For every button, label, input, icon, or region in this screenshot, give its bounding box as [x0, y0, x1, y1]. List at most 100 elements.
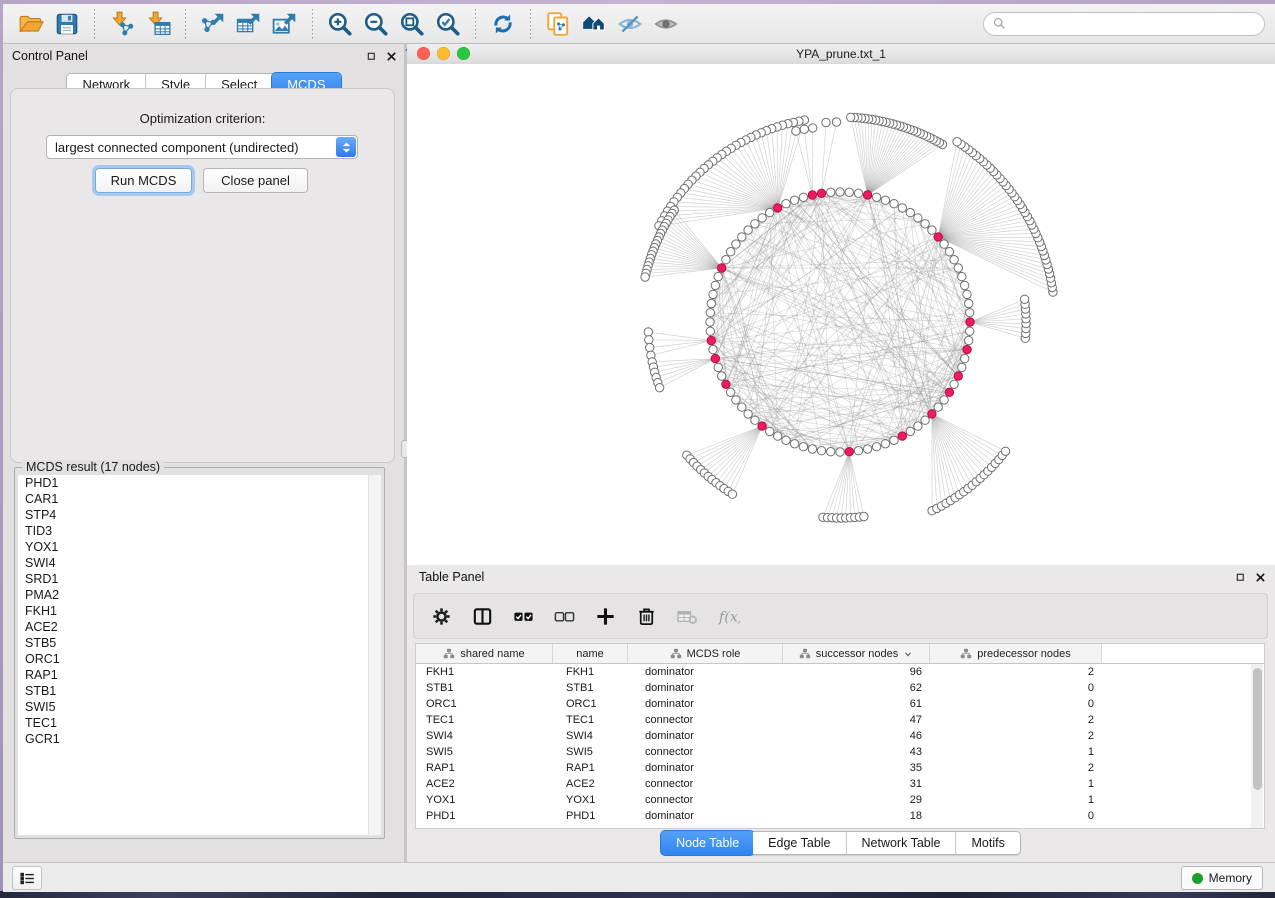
mcds-result-item[interactable]: SRD1 — [18, 571, 369, 587]
criterion-value: largest connected component (undirected) — [47, 140, 336, 155]
minimize-window-icon[interactable] — [437, 47, 450, 60]
first-neighbors-button[interactable] — [576, 8, 612, 40]
export-network-button[interactable] — [195, 8, 231, 40]
mcds-result-item[interactable]: RAP1 — [18, 667, 369, 683]
mcds-result-item[interactable]: STB1 — [18, 683, 369, 699]
table-cell: 43 — [783, 744, 930, 760]
memory-label: Memory — [1209, 871, 1252, 885]
table-cell: ACE2 — [416, 776, 553, 792]
mcds-result-item[interactable]: GCR1 — [18, 731, 369, 747]
create-column-button[interactable] — [588, 599, 622, 633]
save-session-button[interactable] — [49, 8, 85, 40]
export-image-button[interactable] — [267, 8, 303, 40]
select-all-columns-button[interactable] — [506, 599, 540, 633]
column-header-predecessor-nodes[interactable]: predecessor nodes — [930, 644, 1102, 663]
close-window-icon[interactable] — [417, 47, 430, 60]
column-header-shared-name[interactable]: shared name — [416, 644, 553, 663]
mcds-result-item[interactable]: TEC1 — [18, 715, 369, 731]
close-mcds-panel-button[interactable]: Close panel — [203, 168, 308, 193]
table-row[interactable]: SWI5SWI5connector431 — [416, 744, 1264, 760]
zoom-selected-button[interactable] — [430, 8, 466, 40]
zoom-fit-icon — [399, 11, 425, 37]
zoom-in-button[interactable] — [322, 8, 358, 40]
table-cell: SWI4 — [416, 728, 553, 744]
tab-edge-table[interactable]: Edge Table — [753, 832, 846, 854]
mcds-panel: Optimization criterion: largest connecte… — [10, 88, 395, 463]
table-row[interactable]: PHD1PHD1dominator180 — [416, 808, 1264, 824]
table-settings-button[interactable] — [424, 599, 458, 633]
table-row[interactable]: FKH1FKH1dominator962 — [416, 664, 1264, 680]
mcds-result-scrollbar[interactable] — [368, 475, 381, 835]
table-cell: YOX1 — [553, 792, 628, 808]
run-mcds-button[interactable]: Run MCDS — [95, 168, 192, 193]
table-row[interactable]: ORC1ORC1dominator610 — [416, 696, 1264, 712]
criterion-dropdown[interactable]: largest connected component (undirected) — [46, 135, 358, 159]
mcds-result-item[interactable]: SWI4 — [18, 555, 369, 571]
network-window-titlebar[interactable]: YPA_prune.txt_1 — [407, 44, 1275, 65]
table-cell: SWI5 — [416, 744, 553, 760]
memory-button[interactable]: Memory — [1181, 866, 1263, 890]
refresh-button[interactable] — [485, 8, 521, 40]
mcds-result-item[interactable]: FKH1 — [18, 603, 369, 619]
mcds-result-item[interactable]: STP4 — [18, 507, 369, 523]
toolbar-separator — [530, 9, 531, 39]
main-toolbar — [3, 4, 1275, 44]
table-row[interactable]: RAP1RAP1dominator352 — [416, 760, 1264, 776]
close-panel-icon[interactable] — [384, 49, 398, 63]
zoom-fit-button[interactable] — [394, 8, 430, 40]
column-header-successor-nodes[interactable]: successor nodes — [783, 644, 930, 663]
table-row[interactable]: SWI4SWI4dominator462 — [416, 728, 1264, 744]
tab-motifs[interactable]: Motifs — [956, 832, 1019, 854]
network-graph[interactable] — [407, 64, 1275, 565]
mcds-result-item[interactable]: ACE2 — [18, 619, 369, 635]
column-header-name[interactable]: name — [553, 644, 628, 663]
table-header-row: shared namenameMCDS rolesuccessor nodesp… — [416, 644, 1264, 664]
column-header-MCDS-role[interactable]: MCDS role — [628, 644, 783, 663]
hide-selected-button[interactable] — [612, 8, 648, 40]
table-cell: 2 — [930, 712, 1102, 728]
search-box[interactable] — [983, 12, 1265, 36]
delete-column-button[interactable] — [629, 599, 663, 633]
float-table-panel-icon[interactable] — [1233, 570, 1247, 584]
mcds-result-item[interactable]: TID3 — [18, 523, 369, 539]
new-network-from-selection-button[interactable] — [540, 8, 576, 40]
show-all-button[interactable] — [648, 8, 684, 40]
table-row[interactable]: TEC1TEC1connector472 — [416, 712, 1264, 728]
mcds-result-item[interactable]: PMA2 — [18, 587, 369, 603]
show-columns-button[interactable] — [465, 599, 499, 633]
task-history-button[interactable] — [12, 866, 42, 890]
mcds-result-item[interactable]: SWI5 — [18, 699, 369, 715]
desktop-background-bottom — [0, 891, 1275, 898]
mcds-result-item[interactable]: YOX1 — [18, 539, 369, 555]
table-cell: dominator — [628, 664, 783, 680]
float-panel-icon[interactable] — [364, 49, 378, 63]
export-table-icon — [236, 11, 262, 37]
zoom-out-button[interactable] — [358, 8, 394, 40]
import-table-button[interactable] — [140, 8, 176, 40]
table-row[interactable]: STB1STB1dominator620 — [416, 680, 1264, 696]
mcds-result-item[interactable]: CAR1 — [18, 491, 369, 507]
new-network-from-selection-icon — [545, 11, 571, 37]
mcds-result-item[interactable]: PHD1 — [18, 475, 369, 491]
mcds-result-item[interactable]: ORC1 — [18, 651, 369, 667]
import-network-button[interactable] — [104, 8, 140, 40]
mcds-result-list[interactable]: PHD1CAR1STP4TID3YOX1SWI4SRD1PMA2FKH1ACE2… — [18, 475, 369, 835]
mcds-result-item[interactable]: STB5 — [18, 635, 369, 651]
tab-node-table[interactable]: Node Table — [661, 831, 754, 855]
tab-network-table[interactable]: Network Table — [847, 832, 957, 854]
open-file-button[interactable] — [13, 8, 49, 40]
export-table-button[interactable] — [231, 8, 267, 40]
maximize-window-icon[interactable] — [457, 47, 470, 60]
zoom-out-icon — [363, 11, 389, 37]
first-neighbors-icon — [581, 11, 607, 37]
table-scrollbar[interactable] — [1251, 664, 1263, 828]
node-table[interactable]: shared namenameMCDS rolesuccessor nodesp… — [415, 643, 1265, 829]
table-scrollbar-thumb[interactable] — [1253, 668, 1262, 790]
table-cell: dominator — [628, 680, 783, 696]
table-cell: 1 — [930, 776, 1102, 792]
table-row[interactable]: ACE2ACE2connector311 — [416, 776, 1264, 792]
table-row[interactable]: YOX1YOX1connector291 — [416, 792, 1264, 808]
unselect-all-columns-button[interactable] — [547, 599, 581, 633]
close-table-panel-icon[interactable] — [1253, 570, 1267, 584]
search-input[interactable] — [1007, 16, 1256, 32]
